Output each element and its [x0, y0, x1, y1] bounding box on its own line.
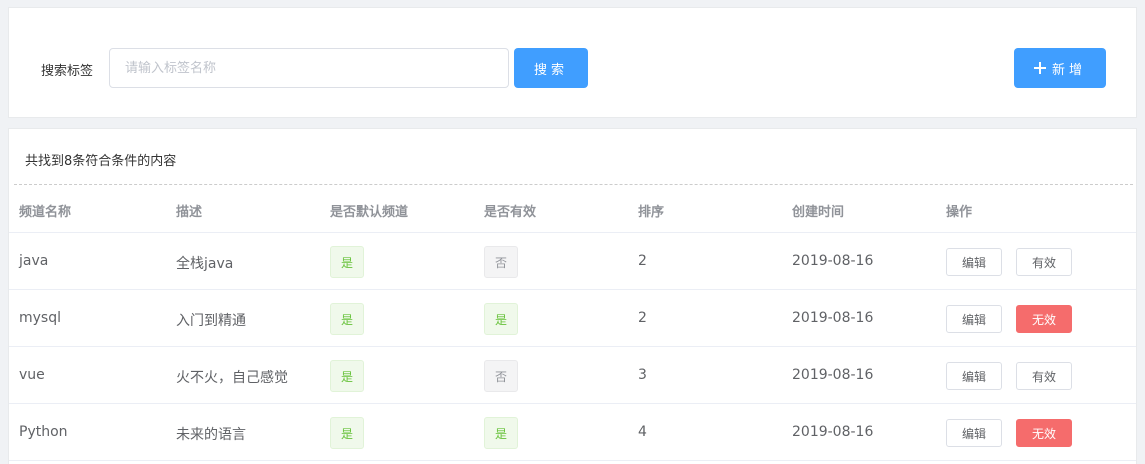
- header-actions: 操作: [946, 205, 973, 220]
- edit-button[interactable]: 编辑: [946, 362, 1002, 390]
- header-created: 创建时间: [792, 205, 845, 220]
- search-input[interactable]: [109, 48, 509, 88]
- valid-tag: 否: [484, 246, 518, 278]
- table-row: mysql 入门到精通 是 是 2 2019-08-16 编辑 无效: [9, 290, 1136, 347]
- add-button[interactable]: 新增: [1014, 48, 1106, 88]
- cell-created: 2019-08-16: [792, 253, 874, 269]
- edit-button[interactable]: 编辑: [946, 419, 1002, 447]
- cell-description: 全栈java: [176, 256, 234, 272]
- result-count: 共找到8条符合条件的内容: [25, 154, 177, 169]
- cell-channel-name: mysql: [19, 310, 61, 326]
- header-is-default: 是否默认频道: [330, 205, 409, 220]
- cell-created: 2019-08-16: [792, 424, 874, 440]
- table-row: java 全栈java 是 否 2 2019-08-16 编辑 有效: [9, 233, 1136, 290]
- table-row: Python 未来的语言 是 是 4 2019-08-16 编辑 无效: [9, 404, 1136, 461]
- header-channel-name: 频道名称: [19, 205, 72, 220]
- search-button[interactable]: 搜索: [514, 48, 588, 88]
- search-label: 搜索标签: [41, 64, 94, 79]
- valid-tag: 否: [484, 360, 518, 392]
- toggle-valid-button[interactable]: 有效: [1016, 362, 1072, 390]
- table-row: vue 火不火，自己感觉 是 否 3 2019-08-16 编辑 有效: [9, 347, 1136, 404]
- table-panel: 共找到8条符合条件的内容 频道名称 描述 是否默认频道 是否有效 排序 创建时间…: [8, 128, 1137, 464]
- valid-tag: 是: [484, 417, 518, 449]
- cell-description: 入门到精通: [176, 313, 246, 329]
- cell-description: 火不火，自己感觉: [176, 370, 288, 386]
- default-tag: 是: [330, 303, 364, 335]
- toggle-invalid-button[interactable]: 无效: [1016, 419, 1072, 447]
- valid-tag: 是: [484, 303, 518, 335]
- search-button-label: 搜索: [533, 62, 568, 78]
- edit-button[interactable]: 编辑: [946, 305, 1002, 333]
- default-tag: 是: [330, 360, 364, 392]
- search-panel: 搜索标签 搜索 新增: [8, 7, 1137, 118]
- add-button-label: 新增: [1051, 62, 1086, 78]
- header-sort: 排序: [638, 205, 665, 220]
- edit-button[interactable]: 编辑: [946, 248, 1002, 276]
- default-tag: 是: [330, 246, 364, 278]
- header-is-valid: 是否有效: [484, 205, 537, 220]
- cell-description: 未来的语言: [176, 427, 246, 443]
- cell-channel-name: vue: [19, 367, 45, 383]
- cell-sort: 2: [638, 310, 647, 326]
- plus-icon: [1033, 62, 1046, 74]
- toggle-valid-button[interactable]: 有效: [1016, 248, 1072, 276]
- default-tag: 是: [330, 417, 364, 449]
- cell-sort: 3: [638, 367, 647, 383]
- toggle-invalid-button[interactable]: 无效: [1016, 305, 1072, 333]
- header-description: 描述: [176, 205, 203, 220]
- cell-created: 2019-08-16: [792, 310, 874, 326]
- cell-created: 2019-08-16: [792, 367, 874, 383]
- cell-sort: 4: [638, 424, 647, 440]
- table-header: 频道名称 描述 是否默认频道 是否有效 排序 创建时间 操作: [9, 185, 1136, 233]
- cell-channel-name: java: [19, 253, 49, 269]
- cell-channel-name: Python: [19, 424, 68, 440]
- cell-sort: 2: [638, 253, 647, 269]
